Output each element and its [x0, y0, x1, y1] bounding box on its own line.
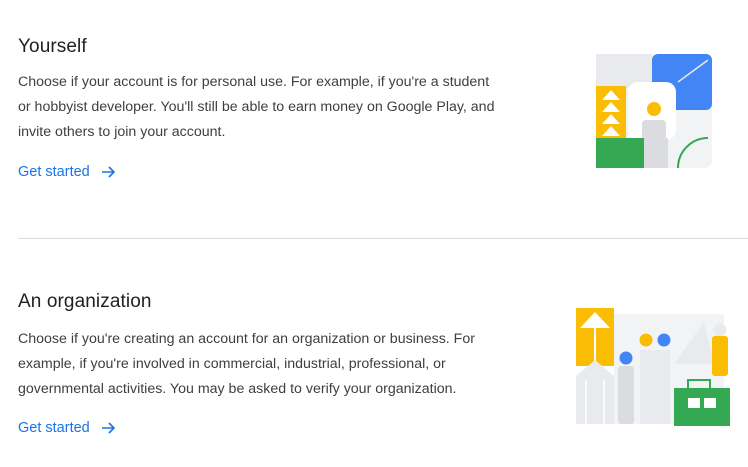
- account-option-yourself: Yourself Choose if your account is for p…: [0, 0, 748, 238]
- get-started-label: Get started: [18, 164, 90, 180]
- arrow-right-icon: [101, 422, 115, 434]
- get-started-yourself-button[interactable]: Get started: [18, 164, 116, 180]
- arrow-right-icon: [101, 166, 115, 178]
- description-line: Choose if your account is for personal u…: [18, 74, 490, 90]
- description-line: governmental activities. You may be aske…: [18, 381, 457, 397]
- option-description: Choose if you're creating an account for…: [18, 327, 558, 402]
- get-started-organization-button[interactable]: Get started: [18, 420, 116, 436]
- option-title: Yourself: [18, 36, 87, 57]
- account-type-page: Yourself Choose if your account is for p…: [0, 0, 748, 467]
- option-description: Choose if your account is for personal u…: [18, 70, 558, 145]
- organization-account-illustration: [576, 308, 730, 426]
- description-line: invite others to join your account.: [18, 124, 226, 140]
- description-line: example, if you're involved in commercia…: [18, 356, 446, 372]
- get-started-label: Get started: [18, 420, 90, 436]
- description-line: or hobbyist developer. You'll still be a…: [18, 99, 495, 115]
- option-title: An organization: [18, 291, 152, 312]
- description-line: Choose if you're creating an account for…: [18, 331, 475, 347]
- personal-account-illustration: [596, 54, 712, 169]
